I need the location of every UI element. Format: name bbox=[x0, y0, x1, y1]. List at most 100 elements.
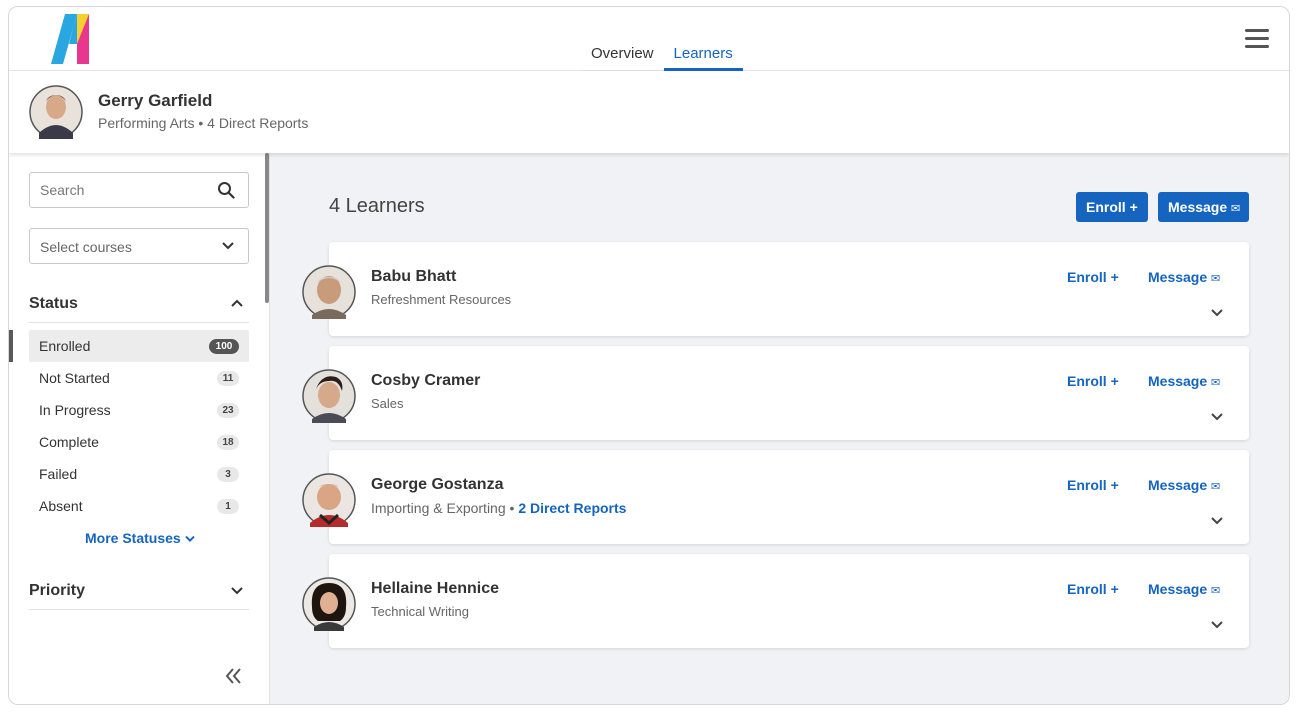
status-section-header[interactable]: Status bbox=[29, 295, 249, 323]
avatar bbox=[302, 577, 356, 631]
manager-profile: Gerry Garfield Performing Arts • 4 Direc… bbox=[9, 71, 1289, 153]
plus-icon: + bbox=[1110, 373, 1119, 389]
chevron-down-icon[interactable] bbox=[1211, 516, 1223, 526]
avatar bbox=[302, 369, 356, 423]
status-item-complete[interactable]: Complete 18 bbox=[29, 426, 249, 458]
learner-department: Refreshment Resources bbox=[371, 292, 512, 307]
status-label: Enrolled bbox=[39, 338, 91, 354]
search-icon[interactable] bbox=[217, 181, 235, 199]
count-badge: 18 bbox=[217, 435, 239, 450]
app-window: Overview Learners Gerry Garfield Perform… bbox=[8, 6, 1290, 705]
envelope-icon: ✉ bbox=[1211, 273, 1221, 285]
learner-name: Cosby Cramer bbox=[371, 372, 481, 389]
learner-card: George Gostanza Importing & Exporting • … bbox=[302, 450, 1249, 544]
status-section-title: Status bbox=[29, 295, 78, 312]
manager-meta: Performing Arts • 4 Direct Reports bbox=[98, 115, 308, 131]
plus-icon: + bbox=[1110, 269, 1119, 285]
message-label: Message bbox=[1148, 269, 1208, 285]
plus-icon: + bbox=[1110, 581, 1119, 597]
enroll-label: Enroll bbox=[1067, 373, 1107, 389]
priority-section-title: Priority bbox=[29, 582, 86, 599]
status-item-enrolled[interactable]: Enrolled 100 bbox=[9, 330, 249, 362]
nav-tabs: Overview Learners bbox=[581, 37, 743, 71]
search-input[interactable] bbox=[29, 172, 249, 208]
learner-department: Sales bbox=[371, 396, 404, 411]
chevron-down-icon[interactable] bbox=[1211, 412, 1223, 422]
top-bar: Overview Learners bbox=[9, 7, 1289, 71]
enroll-link[interactable]: Enroll + bbox=[1067, 581, 1119, 597]
hamburger-menu-icon[interactable] bbox=[1245, 29, 1269, 49]
status-item-in-progress[interactable]: In Progress 23 bbox=[29, 394, 249, 426]
manager-direct-reports: 4 Direct Reports bbox=[207, 115, 309, 131]
learner-card: Babu Bhatt Refreshment Resources Enroll … bbox=[302, 242, 1249, 336]
chevron-down-icon bbox=[184, 536, 195, 543]
enroll-link[interactable]: Enroll + bbox=[1067, 373, 1119, 389]
chevron-down-icon[interactable] bbox=[1211, 620, 1223, 630]
learner-department: Technical Writing bbox=[371, 604, 470, 619]
manager-name: Gerry Garfield bbox=[98, 91, 213, 110]
separator-dot: • bbox=[198, 115, 204, 131]
enroll-label: Enroll bbox=[1067, 269, 1107, 285]
status-label: Complete bbox=[39, 434, 99, 450]
plus-icon: + bbox=[1129, 199, 1138, 215]
separator-dot: • bbox=[509, 500, 515, 516]
filter-sidebar: Select courses Status Enrolled 100 Not St… bbox=[9, 153, 270, 704]
course-select[interactable]: Select courses bbox=[29, 228, 249, 264]
direct-reports-link[interactable]: 2 Direct Reports bbox=[518, 500, 626, 516]
avatar bbox=[302, 473, 356, 527]
count-badge: 100 bbox=[209, 339, 239, 354]
tab-learners[interactable]: Learners bbox=[663, 37, 743, 71]
message-all-button[interactable]: Message ✉ bbox=[1158, 192, 1249, 222]
status-item-absent[interactable]: Absent 1 bbox=[29, 490, 249, 522]
learner-count: 4 Learners bbox=[329, 195, 425, 217]
brand-logo bbox=[51, 14, 89, 64]
plus-icon: + bbox=[1110, 477, 1119, 493]
tab-overview[interactable]: Overview bbox=[581, 37, 664, 71]
avatar bbox=[302, 265, 356, 319]
learner-meta: Importing & Exporting • 2 Direct Reports bbox=[371, 500, 626, 516]
status-label: In Progress bbox=[39, 402, 111, 418]
more-statuses-link[interactable]: More Statuses bbox=[85, 530, 195, 546]
status-item-not-started[interactable]: Not Started 11 bbox=[29, 362, 249, 394]
envelope-icon: ✉ bbox=[1231, 203, 1241, 215]
learner-card: Cosby Cramer Sales Enroll + Message ✉ bbox=[302, 346, 1249, 440]
course-select-label: Select courses bbox=[40, 239, 132, 255]
status-label: Not Started bbox=[39, 370, 110, 386]
envelope-icon: ✉ bbox=[1211, 481, 1221, 493]
learner-name: Hellaine Hennice bbox=[371, 580, 500, 597]
envelope-icon: ✉ bbox=[1211, 377, 1221, 389]
status-label: Absent bbox=[39, 498, 83, 514]
collapse-sidebar-icon[interactable] bbox=[225, 668, 243, 684]
message-link[interactable]: Message ✉ bbox=[1148, 373, 1220, 389]
learner-card: Hellaine Hennice Technical Writing Enrol… bbox=[302, 554, 1249, 648]
sidebar-scrollbar[interactable] bbox=[265, 153, 269, 303]
avatar bbox=[29, 85, 83, 139]
chevron-down-icon bbox=[222, 242, 234, 250]
learner-name: Babu Bhatt bbox=[371, 268, 457, 285]
message-label: Message bbox=[1148, 373, 1208, 389]
enroll-label: Enroll bbox=[1086, 199, 1126, 215]
learners-panel: 4 Learners Enroll + Message ✉ Babu Bhatt… bbox=[270, 153, 1289, 704]
enroll-all-button[interactable]: Enroll + bbox=[1076, 192, 1148, 222]
status-label: Failed bbox=[39, 466, 78, 482]
more-statuses-label: More Statuses bbox=[85, 530, 181, 546]
count-badge: 1 bbox=[217, 499, 239, 514]
count-badge: 11 bbox=[217, 371, 239, 386]
manager-department: Performing Arts bbox=[98, 115, 195, 131]
priority-section-header[interactable]: Priority bbox=[29, 582, 249, 610]
status-item-failed[interactable]: Failed 3 bbox=[29, 458, 249, 490]
enroll-label: Enroll bbox=[1067, 581, 1107, 597]
chevron-up-icon bbox=[231, 299, 243, 307]
message-link[interactable]: Message ✉ bbox=[1148, 477, 1220, 493]
message-link[interactable]: Message ✉ bbox=[1148, 581, 1220, 597]
status-list: Enrolled 100 Not Started 11 In Progress 23 … bbox=[9, 330, 249, 522]
count-badge: 3 bbox=[217, 467, 239, 482]
enroll-link[interactable]: Enroll + bbox=[1067, 477, 1119, 493]
enroll-link[interactable]: Enroll + bbox=[1067, 269, 1119, 285]
message-link[interactable]: Message ✉ bbox=[1148, 269, 1220, 285]
message-label: Message bbox=[1148, 477, 1208, 493]
learner-department: Importing & Exporting bbox=[371, 500, 506, 516]
chevron-down-icon bbox=[231, 587, 243, 595]
message-label: Message bbox=[1148, 581, 1208, 597]
chevron-down-icon[interactable] bbox=[1211, 308, 1223, 318]
